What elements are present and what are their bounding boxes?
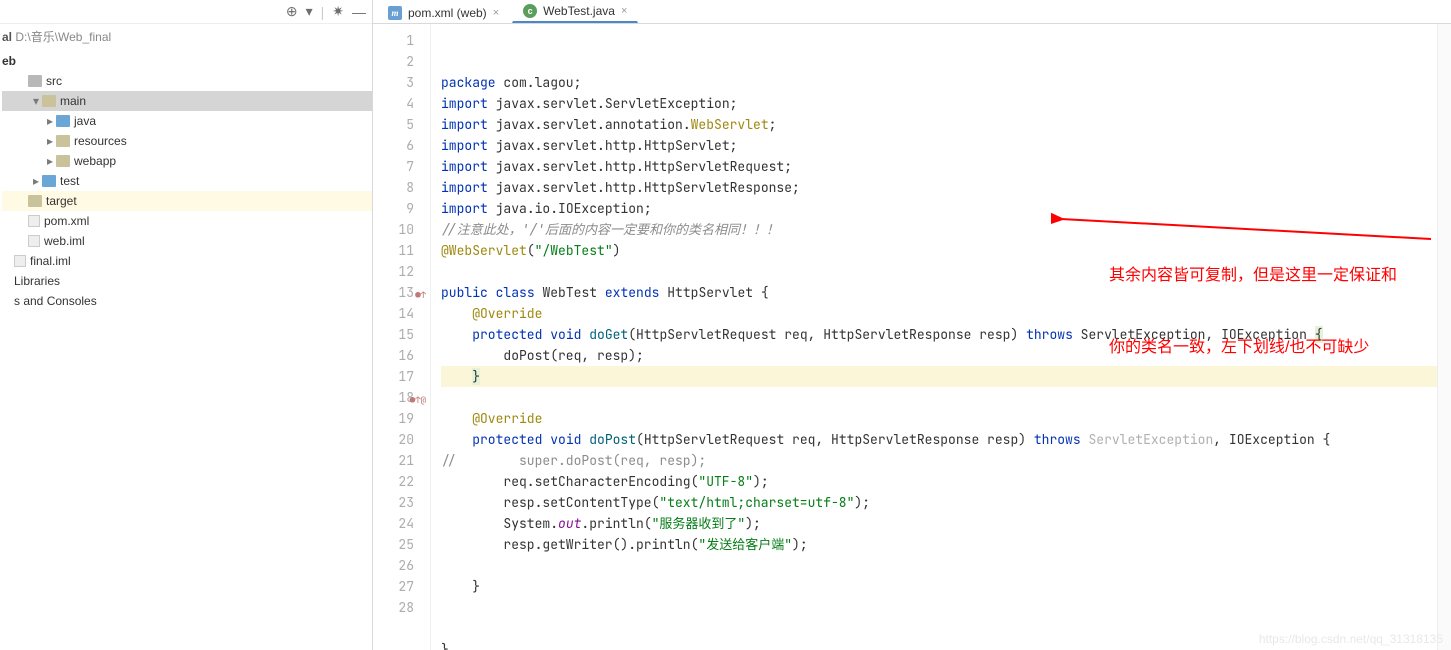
- tree-item[interactable]: Libraries: [2, 271, 372, 291]
- editor-tab[interactable]: cWebTest.java×: [512, 0, 638, 23]
- annotation-text: 其余内容皆可复制，但是这里一定保证和 你的类名一致，左下划线/也不可缺少: [1109, 216, 1397, 408]
- tree-item[interactable]: target: [2, 191, 372, 211]
- tree-item[interactable]: ▸java: [2, 111, 372, 131]
- code-line[interactable]: resp.getWriter().println("发送给客户端");: [441, 534, 1437, 555]
- code-line[interactable]: req.setCharacterEncoding("UTF-8");: [441, 471, 1437, 492]
- code-line[interactable]: import javax.servlet.ServletException;: [441, 93, 1437, 114]
- code-line[interactable]: import javax.servlet.http.HttpServletRes…: [441, 177, 1437, 198]
- code-line[interactable]: // super.doPost(req, resp);: [441, 450, 1437, 471]
- code-line[interactable]: System.out.println("服务器收到了");: [441, 513, 1437, 534]
- tree-item[interactable]: ▸resources: [2, 131, 372, 151]
- editor-tab[interactable]: mpom.xml (web)×: [377, 2, 510, 23]
- gear-icon[interactable]: ✷: [332, 3, 344, 20]
- tree-item[interactable]: src: [2, 71, 372, 91]
- tree-item[interactable]: ▸test: [2, 171, 372, 191]
- tree-item[interactable]: web.iml: [2, 231, 372, 251]
- tree-item[interactable]: ▸webapp: [2, 151, 372, 171]
- code-line[interactable]: protected void doPost(HttpServletRequest…: [441, 429, 1437, 450]
- code-line[interactable]: import javax.servlet.http.HttpServlet;: [441, 135, 1437, 156]
- minimize-icon[interactable]: —: [352, 4, 366, 20]
- code-line[interactable]: import javax.servlet.annotation.WebServl…: [441, 114, 1437, 135]
- project-sidebar: ⊕ ▾ | ✷ — al D:\音乐\Web_final eb src▾main…: [0, 0, 373, 650]
- watermark: https://blog.csdn.net/qq_31318135: [1259, 632, 1443, 646]
- tree-item[interactable]: s and Consoles: [2, 291, 372, 311]
- target-icon[interactable]: ⊕: [286, 3, 298, 20]
- dropdown-icon[interactable]: ▾: [306, 3, 313, 20]
- sidebar-toolbar: ⊕ ▾ | ✷ —: [0, 0, 372, 24]
- code-line[interactable]: import javax.servlet.http.HttpServletReq…: [441, 156, 1437, 177]
- scrollbar[interactable]: [1437, 24, 1451, 650]
- tree-item[interactable]: final.iml: [2, 251, 372, 271]
- code-area[interactable]: package com.lagou;import javax.servlet.S…: [431, 24, 1437, 650]
- breadcrumb: al D:\音乐\Web_final: [0, 24, 372, 51]
- line-gutter: 12345678910111213●↑1415161718●↑@19202122…: [373, 24, 431, 650]
- tree-item[interactable]: ▾main: [2, 91, 372, 111]
- code-line[interactable]: package com.lagou;: [441, 72, 1437, 93]
- code-line[interactable]: [441, 597, 1437, 618]
- close-icon[interactable]: ×: [493, 7, 499, 19]
- tree-item[interactable]: pom.xml: [2, 211, 372, 231]
- code-editor[interactable]: 12345678910111213●↑1415161718●↑@19202122…: [373, 24, 1451, 650]
- separator: |: [321, 4, 325, 20]
- project-tree[interactable]: eb src▾main▸java▸resources▸webapp▸testta…: [0, 51, 372, 311]
- close-icon[interactable]: ×: [621, 5, 627, 17]
- editor-tab-bar: mpom.xml (web)×cWebTest.java×: [373, 0, 1451, 24]
- code-line[interactable]: @Override: [441, 408, 1437, 429]
- code-line[interactable]: [441, 555, 1437, 576]
- code-line[interactable]: }: [441, 576, 1437, 597]
- tree-root[interactable]: eb: [2, 51, 372, 71]
- code-line[interactable]: resp.setContentType("text/html;charset=u…: [441, 492, 1437, 513]
